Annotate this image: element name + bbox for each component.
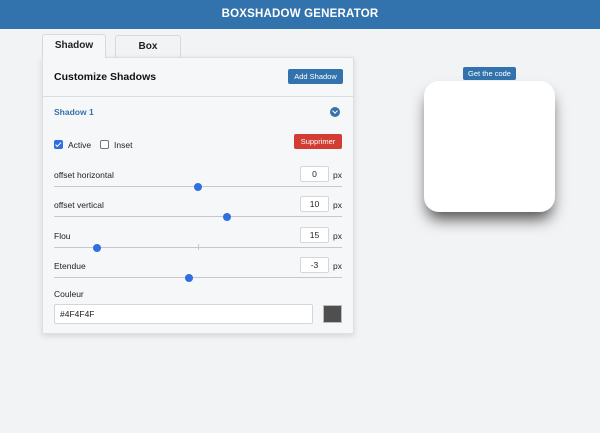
tab-shadow[interactable]: Shadow bbox=[42, 34, 106, 58]
color-label: Couleur bbox=[54, 289, 84, 299]
delete-shadow-button[interactable]: Supprimer bbox=[294, 134, 342, 149]
chevron-down-icon[interactable] bbox=[330, 107, 340, 117]
slider-track bbox=[54, 277, 342, 278]
color-hex-input[interactable]: #4F4F4F bbox=[54, 304, 313, 324]
blur-label: Flou bbox=[54, 231, 71, 241]
get-code-button[interactable]: Get the code bbox=[463, 67, 516, 80]
inset-label: Inset bbox=[114, 140, 133, 150]
slider-thumb[interactable] bbox=[93, 244, 102, 252]
color-swatch[interactable] bbox=[323, 305, 342, 323]
spread-unit: px bbox=[333, 261, 342, 271]
offset-vertical-input[interactable]: 10 bbox=[300, 196, 329, 212]
tab-shadow-label: Shadow bbox=[54, 40, 94, 51]
active-label: Active bbox=[68, 140, 92, 150]
slider-track bbox=[54, 216, 342, 217]
shadow-panel: Customize Shadows Add Shadow Shadow 1 Ac… bbox=[42, 57, 354, 334]
blur-slider[interactable] bbox=[54, 244, 342, 252]
tab-box[interactable]: Box bbox=[115, 35, 181, 58]
tab-box-label: Box bbox=[138, 41, 158, 52]
app-header: BOXSHADOW GENERATOR bbox=[0, 0, 600, 29]
offset-horizontal-unit: px bbox=[333, 170, 342, 180]
offset-vertical-label: offset vertical bbox=[54, 200, 104, 210]
preview-box bbox=[424, 81, 555, 212]
panel-title: Customize Shadows bbox=[54, 71, 157, 83]
shadow-item-title[interactable]: Shadow 1 bbox=[54, 107, 94, 117]
add-shadow-button[interactable]: Add Shadow bbox=[288, 69, 343, 84]
active-checkbox[interactable] bbox=[54, 140, 63, 149]
slider-thumb[interactable] bbox=[185, 274, 194, 282]
blur-input[interactable]: 15 bbox=[300, 227, 329, 243]
spread-input[interactable]: -3 bbox=[300, 257, 329, 273]
blur-unit: px bbox=[333, 231, 342, 241]
slider-tick bbox=[198, 244, 199, 250]
spread-label: Etendue bbox=[54, 261, 86, 271]
spread-slider[interactable] bbox=[54, 274, 342, 282]
offset-horizontal-input[interactable]: 0 bbox=[300, 166, 329, 182]
app-title: BOXSHADOW GENERATOR bbox=[221, 8, 379, 20]
offset-horizontal-label: offset horizontal bbox=[54, 170, 114, 180]
slider-thumb[interactable] bbox=[222, 213, 231, 221]
offset-horizontal-slider[interactable] bbox=[54, 183, 342, 191]
divider bbox=[43, 96, 353, 97]
inset-checkbox[interactable] bbox=[100, 140, 109, 149]
slider-thumb[interactable] bbox=[194, 183, 202, 191]
offset-vertical-slider[interactable] bbox=[54, 213, 342, 221]
offset-vertical-unit: px bbox=[333, 200, 342, 210]
